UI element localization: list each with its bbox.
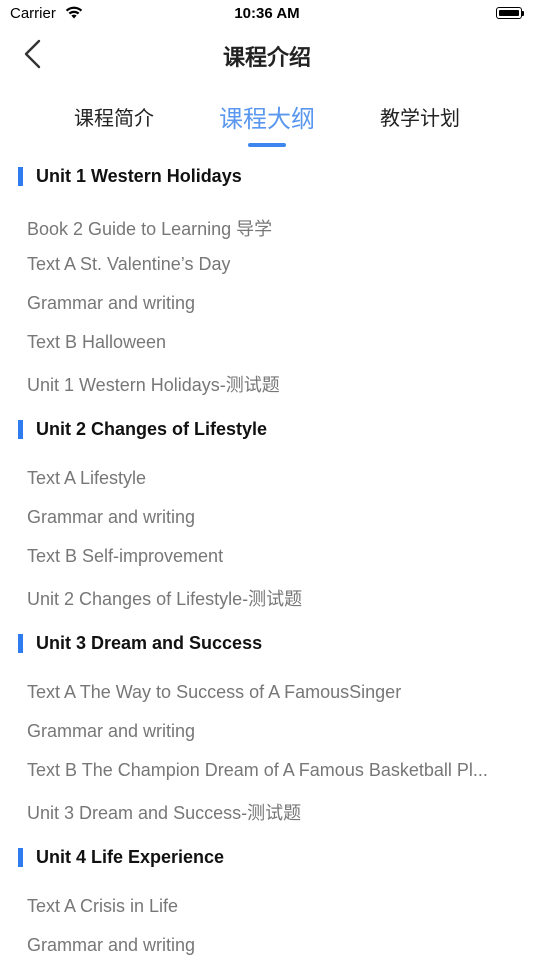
unit-title: Unit 2 Changes of Lifestyle [36, 419, 268, 439]
unit-section: Unit 1 Western Holidays Book 2 Guide to … [0, 156, 534, 400]
unit-marker [18, 167, 23, 186]
lesson-item[interactable]: Text A Crisis in Life [0, 886, 534, 925]
unit-marker [18, 420, 23, 439]
lesson-label: Unit 2 Changes of Lifestyle-测试题 [27, 589, 303, 609]
unit-section: Unit 4 Life Experience Text A Crisis in … [0, 837, 534, 964]
lesson-label: Text A Crisis in Life [27, 896, 179, 916]
unit-section: Unit 2 Changes of Lifestyle Text A Lifes… [0, 409, 534, 614]
unit-title: Unit 1 Western Holidays [36, 166, 242, 186]
unit-header: Unit 1 Western Holidays [0, 156, 534, 196]
unit-header: Unit 4 Life Experience [0, 837, 534, 877]
tab-course-overview[interactable]: 课程简介 [44, 102, 184, 131]
lesson-item[interactable]: Grammar and writing [0, 711, 534, 750]
unit-section: Unit 3 Dream and Success Text A The Way … [0, 623, 534, 828]
lesson-label: Text B The Champion Dream of A Famous Ba… [27, 760, 488, 780]
course-outline-list: Unit 1 Western Holidays Book 2 Guide to … [0, 156, 534, 973]
lesson-item[interactable]: Text B Halloween [0, 322, 534, 361]
battery-tip [522, 11, 524, 16]
lesson-label: Text B Self-improvement [27, 546, 224, 566]
unit-marker [18, 848, 23, 867]
lesson-item[interactable]: Book 2 Guide to Learning 导学 [0, 205, 534, 244]
lesson-item[interactable]: Text A Lifestyle [0, 458, 534, 497]
lesson-label: Grammar and writing [27, 935, 196, 955]
lesson-item[interactable]: Text B The Champion Dream of A Famous Ba… [0, 750, 534, 789]
tab-course-outline[interactable]: 课程大纲 [197, 99, 337, 134]
unit-header: Unit 2 Changes of Lifestyle [0, 409, 534, 449]
lesson-label: Unit 1 Western Holidays-测试题 [27, 375, 280, 395]
unit-header: Unit 3 Dream and Success [0, 623, 534, 663]
status-time: 10:36 AM [234, 5, 300, 22]
lesson-item[interactable]: Grammar and writing [0, 283, 534, 322]
lesson-label: Grammar and writing [27, 507, 196, 527]
active-tab-indicator [248, 143, 286, 147]
navigation-bar: 课程介绍 [0, 30, 534, 78]
lesson-label: Book 2 Guide to Learning 导学 [27, 219, 273, 239]
tab-bar: 课程简介 课程大纲 教学计划 [0, 96, 534, 152]
lesson-item[interactable]: Unit 1 Western Holidays-测试题 [0, 361, 534, 400]
lesson-item[interactable]: Text B Self-improvement [0, 536, 534, 575]
lesson-item[interactable]: Grammar and writing [0, 497, 534, 536]
unit-title: Unit 4 Life Experience [36, 847, 225, 867]
lesson-label: Grammar and writing [27, 293, 196, 313]
lesson-label: Text A St. Valentine’s Day [27, 254, 231, 274]
lesson-label: Grammar and writing [27, 721, 196, 741]
lesson-item[interactable]: Unit 2 Changes of Lifestyle-测试题 [0, 575, 534, 614]
lesson-item[interactable]: Unit 3 Dream and Success-测试题 [0, 789, 534, 828]
unit-marker [18, 634, 23, 653]
lesson-label: Text B Halloween [27, 332, 167, 352]
lesson-label: Text A The Way to Success of A FamousSin… [27, 682, 402, 702]
lesson-label: Unit 3 Dream and Success-测试题 [27, 803, 302, 823]
battery-icon [496, 7, 522, 19]
tab-teaching-plan[interactable]: 教学计划 [350, 102, 490, 131]
lesson-item[interactable]: Text A The Way to Success of A FamousSin… [0, 672, 534, 711]
page-title: 课程介绍 [222, 45, 311, 70]
lesson-label: Text A Lifestyle [27, 468, 147, 488]
status-bar: Carrier 10:36 AM [0, 0, 534, 28]
lesson-item[interactable]: Grammar and writing [0, 925, 534, 964]
lesson-item[interactable]: Text A St. Valentine’s Day [0, 244, 534, 283]
unit-title: Unit 3 Dream and Success [36, 633, 263, 653]
